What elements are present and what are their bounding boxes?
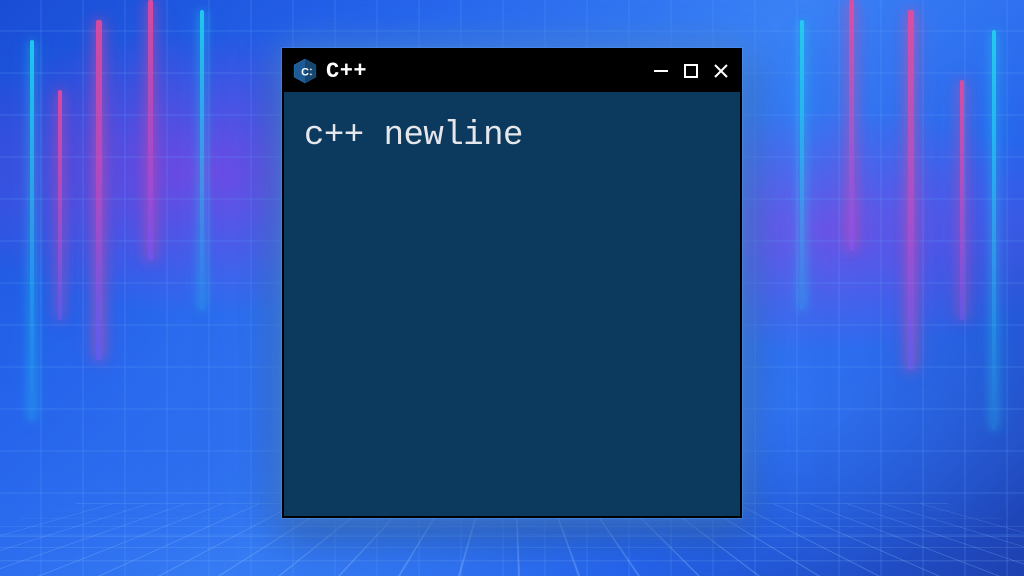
window-controls (650, 60, 732, 82)
neon-line (96, 20, 102, 360)
neon-line (58, 90, 62, 320)
neon-line (148, 0, 153, 260)
cyan-line (800, 20, 804, 310)
close-icon (712, 62, 730, 80)
neon-line (908, 10, 914, 370)
terminal-content: c++ newline (284, 92, 740, 180)
neon-line (960, 80, 964, 320)
svg-text:C: C (301, 66, 309, 78)
terminal-text: c++ newline (304, 117, 523, 155)
maximize-button[interactable] (680, 60, 702, 82)
minimize-icon (652, 62, 670, 80)
titlebar[interactable]: C + + C++ (284, 50, 740, 92)
close-button[interactable] (710, 60, 732, 82)
cyan-line (30, 40, 34, 420)
maximize-icon (683, 63, 699, 79)
cyan-line (992, 30, 996, 430)
cyan-line (200, 10, 204, 310)
svg-text:+: + (310, 73, 313, 78)
neon-line (849, 0, 854, 250)
terminal-window: C + + C++ c++ newline (282, 48, 742, 518)
window-title: C++ (326, 59, 367, 84)
svg-text:+: + (310, 68, 313, 73)
cpp-logo-icon: C + + (292, 58, 318, 84)
minimize-button[interactable] (650, 60, 672, 82)
